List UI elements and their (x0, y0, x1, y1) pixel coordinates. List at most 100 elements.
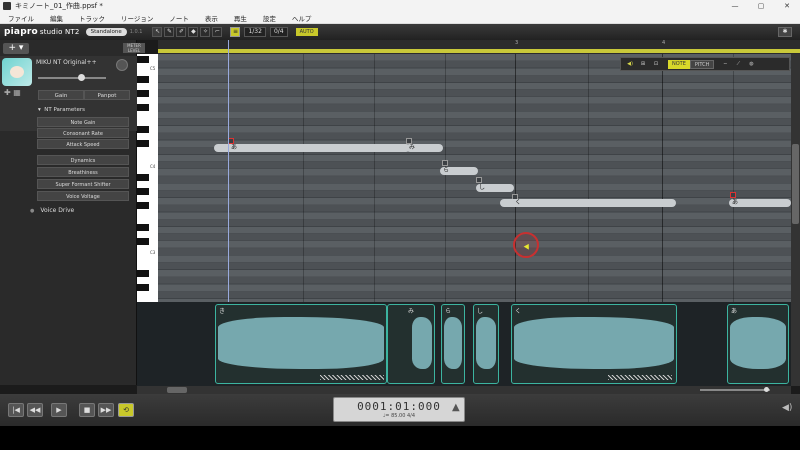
meter-level-button[interactable]: METER LEVEL (123, 43, 145, 53)
speaker-icon[interactable]: ◀) (625, 60, 635, 69)
waveform-segment[interactable]: く (511, 304, 677, 384)
key-label-c3: C3 (150, 250, 156, 255)
waveform-label: く (515, 308, 522, 315)
loop-icon[interactable]: ⟲ (118, 403, 134, 417)
stop-icon[interactable]: ■ (79, 403, 95, 417)
play-icon[interactable]: ▶ (51, 403, 67, 417)
volume-slider[interactable] (38, 74, 106, 81)
menu-help[interactable]: ヘルプ (284, 13, 320, 23)
note-mode-button[interactable]: NOTE (668, 59, 690, 69)
rewind-icon[interactable]: ◀◀ (27, 403, 43, 417)
knife-tool-icon[interactable]: ⌐ (212, 27, 223, 37)
horizontal-scroll-thumb[interactable] (167, 387, 187, 393)
menu-note[interactable]: ノート (161, 13, 197, 23)
lock-icon[interactable]: ◍ (746, 60, 756, 69)
waveform-segment[interactable]: み (387, 304, 435, 384)
black-key[interactable] (137, 188, 149, 195)
vertical-scrollbar[interactable] (791, 54, 800, 386)
waveform-segment[interactable]: し (473, 304, 499, 384)
track-small-icons[interactable]: ✚ ▦ (4, 88, 21, 97)
bar-line (515, 54, 516, 302)
gain-button[interactable]: Gain (38, 90, 84, 100)
black-key[interactable] (137, 126, 149, 133)
zoom-slider-thumb[interactable] (764, 387, 769, 392)
param-consonant-rate[interactable]: Consonant Rate (37, 128, 129, 138)
black-key[interactable] (137, 202, 149, 209)
menu-view[interactable]: 表示 (197, 13, 226, 23)
view-toggle-icon[interactable]: ⊞ (638, 60, 648, 69)
ruler-strip[interactable] (158, 49, 800, 53)
param-attack-speed[interactable]: Attack Speed (37, 139, 129, 149)
quant-select[interactable]: 0/4 (269, 27, 288, 37)
note[interactable]: く (500, 199, 676, 207)
timeline-ruler[interactable]: 3 4 (158, 40, 800, 54)
note[interactable]: し (476, 184, 514, 192)
menu-edit[interactable]: 編集 (42, 13, 71, 23)
auto-button[interactable]: AUTO (295, 28, 318, 36)
waveform-segment[interactable]: あ (727, 304, 789, 384)
black-key[interactable] (137, 174, 149, 181)
pitch-mode-button[interactable]: PITCH (689, 59, 715, 69)
eraser-tool-icon[interactable]: ◆ (188, 27, 199, 37)
black-key[interactable] (137, 90, 149, 97)
note[interactable]: あ (729, 199, 791, 207)
add-track-button[interactable]: + ▾ (3, 43, 29, 54)
curve-icon[interactable]: ∼ (720, 60, 730, 69)
go-to-start-icon[interactable]: |◀ (8, 403, 24, 417)
time-display[interactable]: 0001:01:000 ♩= 85.00 4/4 (333, 397, 465, 422)
singer-avatar[interactable] (2, 58, 32, 86)
note-marker (730, 192, 736, 198)
waveform-segment[interactable]: き (215, 304, 387, 384)
line-icon[interactable]: ⟋ (733, 60, 743, 69)
settings-icon[interactable]: ✱ (778, 27, 792, 37)
waveform-segment[interactable]: ら (441, 304, 465, 384)
piano-roll-grid[interactable]: あ み ら し く あ (158, 54, 791, 302)
param-super-formant-shifter[interactable]: Super Formant Shifter (37, 179, 129, 189)
maximize-button[interactable]: ▢ (748, 2, 774, 10)
param-dynamics[interactable]: Dynamics (37, 155, 129, 165)
metronome-icon[interactable]: ▲ (452, 402, 460, 413)
minimize-button[interactable]: — (722, 2, 748, 10)
note[interactable]: あ (214, 144, 410, 152)
close-button[interactable]: ✕ (774, 2, 800, 10)
menu-play[interactable]: 再生 (226, 13, 255, 23)
snap-toggle-icon[interactable]: ≡ (230, 27, 241, 37)
line-tool-icon[interactable]: ✐ (176, 27, 187, 37)
menu-settings[interactable]: 設定 (255, 13, 284, 23)
param-breathiness[interactable]: Breathiness (37, 167, 129, 177)
nt-parameters-header[interactable]: ▾ NT Parameters (38, 107, 85, 113)
black-key[interactable] (137, 140, 149, 147)
note[interactable]: み (406, 144, 443, 152)
panpot-button[interactable]: Panpot (84, 90, 130, 100)
note-marker (476, 177, 482, 183)
zoom-slider[interactable] (700, 387, 770, 392)
black-key[interactable] (137, 224, 149, 231)
black-key[interactable] (137, 76, 149, 83)
menu-region[interactable]: リージョン (113, 13, 161, 23)
param-note-gain[interactable]: Note Gain (37, 117, 129, 127)
fast-forward-icon[interactable]: ▶▶ (98, 403, 114, 417)
brush-tool-icon[interactable]: ✧ (200, 27, 211, 37)
voice-drive-toggle[interactable]: Voice Drive (30, 207, 74, 214)
waveform-shape (514, 317, 674, 369)
view-mode-icon[interactable]: ⊡ (651, 60, 661, 69)
vertical-scroll-thumb[interactable] (792, 144, 799, 224)
piano-keyboard[interactable]: C5 C4 C3 (137, 54, 158, 302)
track-knob[interactable] (116, 59, 128, 71)
black-key[interactable] (137, 56, 149, 63)
menu-file[interactable]: ファイル (0, 13, 42, 23)
volume-slider-thumb[interactable] (78, 74, 85, 81)
snap-select[interactable]: 1/32 (244, 27, 266, 37)
black-key[interactable] (137, 284, 149, 291)
select-tool-icon[interactable]: ↖ (152, 27, 163, 37)
horizontal-scrollbar[interactable] (137, 386, 791, 394)
pencil-tool-icon[interactable]: ✎ (164, 27, 175, 37)
master-volume-icon[interactable]: ◀) (782, 403, 792, 413)
black-key[interactable] (137, 238, 149, 245)
black-key[interactable] (137, 104, 149, 111)
param-voice-voltage[interactable]: Voice Voltage (37, 191, 129, 201)
black-key[interactable] (137, 270, 149, 277)
note[interactable]: ら (440, 167, 478, 175)
menu-track[interactable]: トラック (71, 13, 113, 23)
waveform-lane[interactable]: き み ら し く あ (137, 302, 791, 386)
